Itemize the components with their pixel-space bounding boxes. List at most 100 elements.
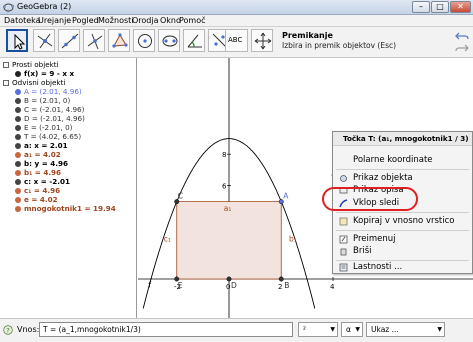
svg-text:?: ? xyxy=(6,327,9,335)
menu-separator xyxy=(336,212,469,213)
menu-tools[interactable]: Orodja xyxy=(132,16,159,25)
algebra-item[interactable]: f(x) = 9 - x x xyxy=(15,69,74,78)
menu-item-properties[interactable]: Lastnosti ... xyxy=(333,260,472,275)
point-label: C xyxy=(178,192,183,201)
algebra-item-text: e = 4.02 xyxy=(24,195,58,204)
algebra-item-text: mnogokotnik1 = 19.94 xyxy=(24,204,116,213)
menu-bar: Datoteka Urejanje Pogled Možnosti Orodja… xyxy=(0,15,473,27)
dependent-objects-header[interactable]: Odvisni objekti xyxy=(3,78,65,87)
superscript-dropdown[interactable]: ² ▼ xyxy=(298,322,338,337)
algebra-item[interactable]: D = (-2.01, 4.96) xyxy=(15,114,85,123)
algebra-item[interactable]: a₁ = 4.02 xyxy=(15,150,61,159)
show-object-icon xyxy=(340,175,347,182)
perpendicular-line-tool-button[interactable] xyxy=(83,29,105,52)
perpendicular-icon xyxy=(87,33,103,50)
visibility-bullet-icon[interactable] xyxy=(15,107,21,113)
input-field[interactable]: T = (a_1,mnogokotnik1/3) xyxy=(39,322,293,337)
visibility-bullet-icon[interactable] xyxy=(15,125,21,131)
angle-tool-button[interactable] xyxy=(183,29,205,52)
menu-options[interactable]: Možnosti xyxy=(98,16,134,25)
algebra-item-text: T = (4.02, 6.65) xyxy=(24,132,82,141)
text-tool-button[interactable]: ABC xyxy=(225,29,248,52)
menu-separator xyxy=(336,169,469,170)
algebra-item[interactable]: A = (2.01, 4.96) xyxy=(15,87,82,96)
input-help-icon[interactable]: ? xyxy=(3,325,13,335)
free-objects-header[interactable]: Prosti objekti xyxy=(3,60,59,69)
visibility-bullet-icon[interactable] xyxy=(15,170,21,176)
visibility-bullet-icon[interactable] xyxy=(15,179,21,185)
line-tool-button[interactable] xyxy=(58,29,80,52)
dropdown-arrow-icon: ▼ xyxy=(355,326,360,333)
maximize-button[interactable]: □ xyxy=(431,1,449,13)
algebra-item-text: E = (-2.01, 0) xyxy=(24,123,73,132)
close-button[interactable]: ✕ xyxy=(450,1,471,13)
visibility-bullet-icon[interactable] xyxy=(15,143,21,149)
circle-tool-button[interactable] xyxy=(133,29,155,52)
visibility-bullet-icon[interactable] xyxy=(15,71,21,77)
circle-icon xyxy=(138,34,152,48)
move-graphics-view-button[interactable] xyxy=(251,29,273,52)
menu-item-polar-coordinates[interactable]: Polarne koordinate xyxy=(333,153,472,168)
menu-file[interactable]: Datoteka xyxy=(4,16,41,25)
algebra-item-text: a: x = 2.01 xyxy=(24,141,68,150)
point-icon xyxy=(37,33,53,49)
algebra-item-text: C = (-2.01, 4.96) xyxy=(24,105,85,114)
visibility-bullet-icon[interactable] xyxy=(15,206,21,212)
algebra-item[interactable]: mnogokotnik1 = 19.94 xyxy=(15,204,116,213)
command-dropdown[interactable]: Ukaz ... ▼ xyxy=(366,322,445,337)
algebra-item-text: c₁ = 4.96 xyxy=(24,186,61,195)
window-titlebar: GeoGebra (2) – □ ✕ xyxy=(0,0,473,15)
algebra-item[interactable]: T = (4.02, 6.65) xyxy=(15,132,81,141)
redo-icon[interactable] xyxy=(455,43,469,53)
x-tick-label: 2 xyxy=(278,283,282,291)
algebra-item[interactable]: e = 4.02 xyxy=(15,195,58,204)
algebra-item[interactable]: c: x = -2.01 xyxy=(15,177,70,186)
algebra-item-text: A = (2.01, 4.96) xyxy=(24,87,82,96)
menu-item-copy-to-input-bar[interactable]: Kopiraj v vnosno vrstico xyxy=(333,214,472,229)
window-title: GeoGebra (2) xyxy=(17,2,72,11)
ellipse-tool-button[interactable] xyxy=(158,29,180,52)
visibility-bullet-icon[interactable] xyxy=(15,161,21,167)
point-tool-button[interactable] xyxy=(33,29,55,52)
algebra-item[interactable]: C = (-2.01, 4.96) xyxy=(15,105,84,114)
visibility-bullet-icon[interactable] xyxy=(15,116,21,122)
algebra-item-text: b: y = 4.96 xyxy=(24,159,68,168)
algebra-item[interactable]: b₁ = 4.96 xyxy=(15,168,61,177)
algebra-item[interactable]: E = (-2.01, 0) xyxy=(15,123,72,132)
menu-edit[interactable]: Urejanje xyxy=(38,16,71,25)
undo-icon[interactable] xyxy=(455,31,469,41)
algebra-item[interactable]: B = (2.01, 0) xyxy=(15,96,70,105)
angle-icon xyxy=(187,34,202,48)
polygon-tool-button[interactable] xyxy=(108,29,130,52)
geogebra-app-icon xyxy=(3,3,14,13)
segment-label: f xyxy=(148,281,151,290)
algebra-item[interactable]: a: x = 2.01 xyxy=(15,141,68,150)
segment-label: a₁ xyxy=(224,204,232,213)
minimize-button[interactable]: – xyxy=(412,1,430,13)
point-label: B xyxy=(284,281,289,290)
visibility-bullet-icon[interactable] xyxy=(15,98,21,104)
visibility-bullet-icon[interactable] xyxy=(15,188,21,194)
algebra-item-text: B = (2.01, 0) xyxy=(24,96,71,105)
rename-icon xyxy=(339,235,348,244)
y-tick-label: 8 xyxy=(222,151,226,159)
segment-label: b₁ xyxy=(289,235,297,244)
menu-window[interactable]: Okno xyxy=(160,16,181,25)
rectangle-polygon[interactable] xyxy=(176,201,282,280)
visibility-bullet-icon[interactable] xyxy=(15,134,21,140)
visibility-bullet-icon[interactable] xyxy=(15,152,21,158)
algebra-item[interactable]: b: y = 4.96 xyxy=(15,159,68,168)
move-tool-button[interactable] xyxy=(6,29,28,52)
menu-item-delete[interactable]: Briši xyxy=(333,244,472,259)
menu-view[interactable]: Pogled xyxy=(72,16,99,25)
greek-letter-dropdown[interactable]: α ▼ xyxy=(341,322,363,337)
algebra-item[interactable]: c₁ = 4.96 xyxy=(15,186,60,195)
menu-help[interactable]: Pomoč xyxy=(179,16,206,25)
x-tick-label: 0 xyxy=(226,283,230,291)
input-bar: ? Vnos: T = (a_1,mnogokotnik1/3) ² ▼ α ▼ U… xyxy=(0,318,473,342)
visibility-bullet-icon[interactable] xyxy=(15,197,21,203)
point-B[interactable] xyxy=(278,276,284,282)
highlight-ellipse xyxy=(322,187,418,211)
visibility-bullet-icon[interactable] xyxy=(15,89,21,95)
dropdown-arrow-icon: ▼ xyxy=(330,326,335,333)
